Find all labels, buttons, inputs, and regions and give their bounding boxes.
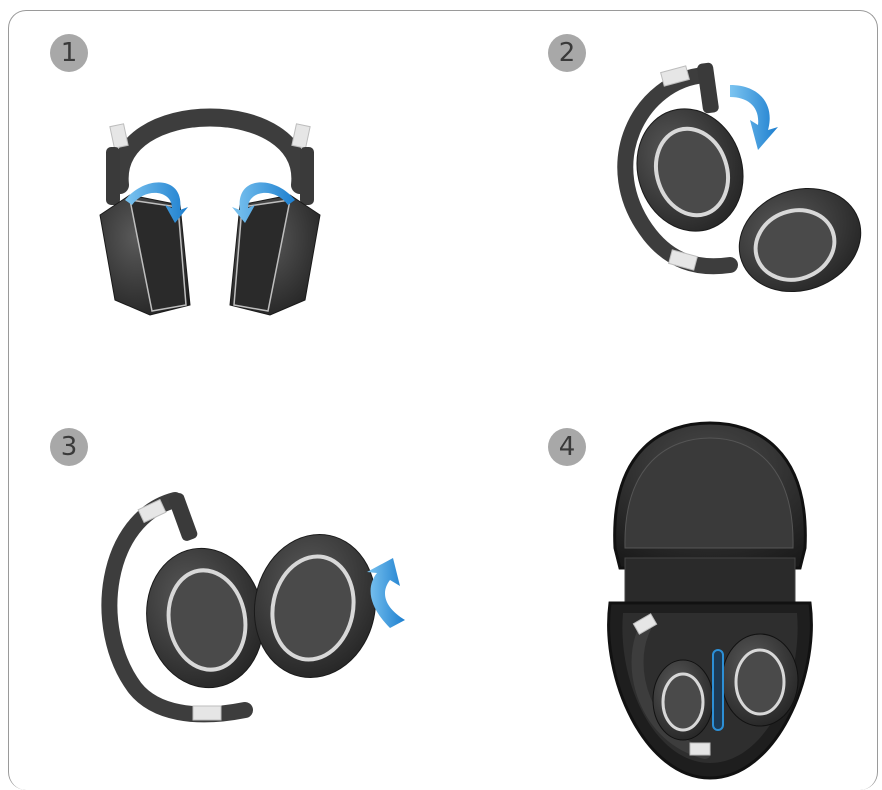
step-2-badge: 2: [548, 34, 586, 72]
headband-icon: [110, 108, 310, 194]
step-4-illustration: [605, 418, 825, 780]
step-3-illustration: [95, 488, 425, 728]
fold-down-arrow-icon: [730, 85, 778, 150]
step-2-illustration: [600, 55, 870, 295]
step-1-illustration: [90, 55, 330, 320]
step-4-badge: 4: [548, 428, 586, 466]
step-1-badge: 1: [50, 34, 88, 72]
step-3-badge: 3: [50, 428, 88, 466]
